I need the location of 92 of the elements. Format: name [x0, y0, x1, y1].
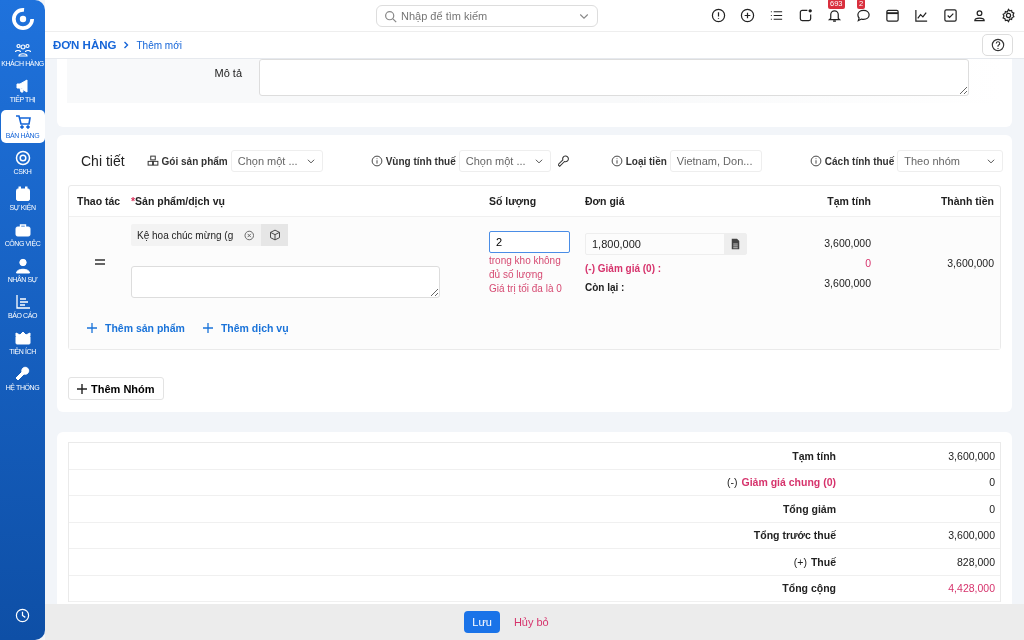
search-field[interactable]: Nhập để tìm kiếm: [376, 4, 598, 27]
dropdown[interactable]: Vietnam, Don...: [669, 150, 762, 172]
search-icon: [384, 9, 397, 23]
plus-icon: [77, 383, 87, 394]
column-header: Số lượng: [489, 195, 538, 207]
summary-value: 3,600,000: [947, 449, 996, 462]
plus-icon: [202, 323, 213, 333]
filter-label: Vùng tính thuế: [385, 155, 456, 167]
nav-icon: [14, 258, 31, 274]
add-icon[interactable]: [740, 8, 755, 23]
error-message: trong kho không đủ số lượng: [489, 254, 562, 282]
nav-icon: [14, 150, 31, 166]
quantity-field[interactable]: 2: [489, 231, 570, 253]
clock-icon[interactable]: [15, 608, 30, 623]
description-field[interactable]: [259, 59, 969, 96]
discount-value: 0: [864, 257, 871, 269]
chevron-down-icon: [305, 156, 316, 166]
nav-icon: [14, 330, 31, 346]
user-icon[interactable]: [972, 8, 987, 23]
note-field[interactable]: [131, 266, 440, 298]
chart-icon[interactable]: [914, 8, 929, 23]
drag-handle-icon[interactable]: [94, 258, 106, 266]
document-icon[interactable]: [729, 238, 741, 250]
nav-icon: [14, 222, 31, 238]
calendar-icon[interactable]: [885, 8, 900, 23]
help-button[interactable]: [982, 34, 1013, 56]
list-icon[interactable]: [769, 8, 784, 23]
checkbox-icon[interactable]: [943, 8, 958, 23]
filter-label: Cách tính thuế: [824, 155, 895, 167]
section-title: Chi tiết: [81, 153, 125, 169]
summary-label: Thuế: [810, 555, 836, 568]
info-icon: [370, 155, 383, 167]
breadcrumb-current: Thêm mới: [136, 39, 182, 51]
summary-label: Tổng giảm: [782, 502, 836, 515]
price-field[interactable]: 1,800,000: [585, 233, 747, 255]
summary-value: 0: [988, 502, 996, 515]
chevron-down-icon: [533, 156, 544, 166]
clear-icon[interactable]: [243, 229, 255, 241]
info-icon: [610, 155, 623, 167]
summary-value: 828,000: [956, 555, 996, 568]
cancel-button[interactable]: Hủy bỏ: [507, 615, 555, 629]
dropdown[interactable]: Theo nhóm: [897, 150, 1004, 172]
summary-label: Tổng trước thuế: [753, 529, 836, 542]
field-label: Mô tả: [213, 66, 242, 79]
alert-icon[interactable]: [711, 8, 726, 23]
chevron-down-icon: [986, 156, 997, 166]
chat-icon[interactable]: [856, 8, 871, 23]
logo-icon: [11, 8, 34, 30]
summary-label: Tổng cộng: [782, 582, 836, 595]
save-button[interactable]: Lưu: [464, 611, 500, 633]
add-link[interactable]: Thêm dịch vụ: [202, 322, 289, 334]
product-name: Kệ hoa chúc mừng (g: [136, 229, 235, 241]
column-header: Tạm tính: [826, 195, 871, 207]
filter-label: Gói sản phẩm: [161, 155, 228, 167]
settings-icon[interactable]: [1001, 8, 1016, 23]
notice-icon[interactable]: [798, 8, 813, 23]
nav-icon: [14, 294, 31, 310]
add-link[interactable]: Thêm sản phẩm: [87, 322, 185, 334]
column-header: Thành tiền: [939, 195, 995, 207]
error-message: Giá trị tối đa là 0: [489, 282, 563, 296]
breadcrumb-link[interactable]: ĐƠN HÀNG: [53, 39, 117, 51]
add-group-button[interactable]: Thêm Nhóm: [68, 377, 164, 400]
remaining-value: 3,600,000: [823, 277, 871, 289]
nav-icon: [14, 78, 31, 94]
filter-label: Loại tiền: [625, 155, 667, 167]
nav-icon: [14, 186, 31, 202]
summary-value: 0: [988, 476, 996, 489]
discount-label[interactable]: (-) Giảm giá (0) :: [585, 263, 755, 274]
column-header: *Sản phẩm/dịch vụ: [131, 195, 226, 207]
summary-value: 4,428,000: [947, 582, 996, 595]
subtotal-value: 3,600,000: [823, 237, 871, 249]
dropdown[interactable]: Chọn một ...: [230, 150, 323, 172]
bell-icon[interactable]: [827, 8, 842, 23]
boxes-icon: [146, 155, 159, 167]
sign-label: (-): [727, 476, 738, 489]
summary-label[interactable]: Giảm giá chung (0): [741, 476, 836, 489]
remaining-label: Còn lại :: [585, 282, 626, 293]
sign-label: (+): [793, 555, 807, 568]
wrench-icon[interactable]: [557, 154, 571, 168]
nav-icon: [14, 114, 31, 130]
help-icon: [990, 38, 1005, 52]
summary-label: Tạm tính: [792, 449, 836, 462]
plus-icon: [87, 323, 97, 333]
nav-icon: [14, 42, 31, 58]
info-icon: [809, 155, 822, 167]
nav-icon: [14, 366, 31, 382]
column-header: Đơn giá: [585, 195, 626, 207]
column-header: Thao tác: [76, 195, 122, 207]
package-icon[interactable]: [268, 229, 281, 241]
dropdown[interactable]: Chọn một ...: [458, 150, 551, 172]
total-value: 3,600,000: [947, 257, 994, 269]
summary-value: 3,600,000: [947, 529, 996, 542]
